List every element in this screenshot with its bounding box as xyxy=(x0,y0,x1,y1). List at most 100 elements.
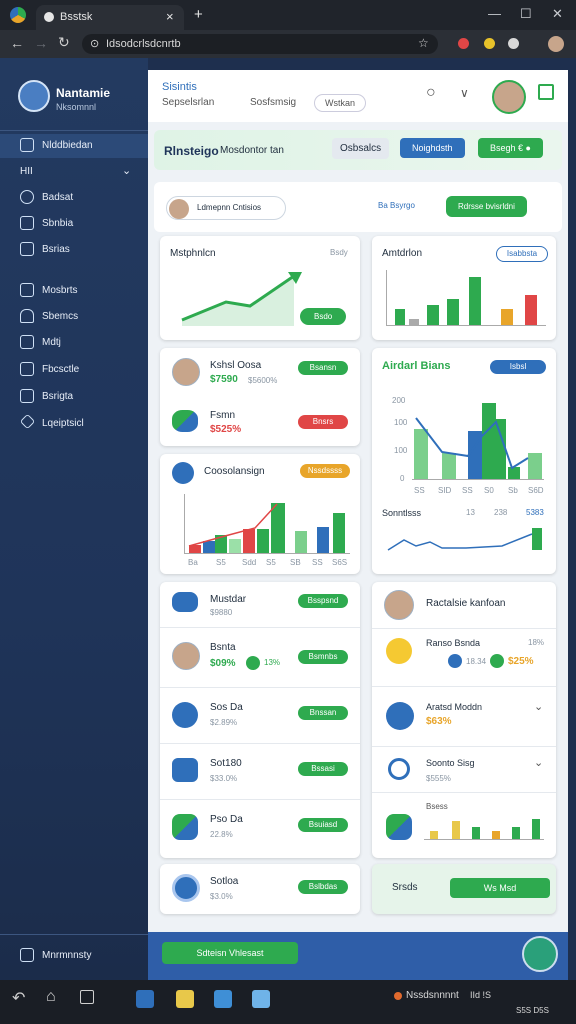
sidebar-item-calendar[interactable]: Bsrigta xyxy=(0,385,148,409)
filter-chip[interactable]: Ldmepnn Cntisios xyxy=(166,196,286,220)
line-chart-card: Mstphnlcn Bsdy Bsdo xyxy=(160,236,360,340)
new-tab-button[interactable]: + xyxy=(194,6,203,23)
top-header: Sisintis Sepselsrlan Sosfsmsig Wstkan ○ … xyxy=(148,70,568,122)
extension-icon[interactable] xyxy=(508,38,519,49)
chevron-down-icon[interactable]: ⌄ xyxy=(534,700,543,713)
star-icon[interactable]: ☆ xyxy=(418,36,429,50)
tab-settings[interactable]: Sosfsmsig xyxy=(250,97,296,108)
list-item[interactable]: Sos Da $2.89% Bnssan xyxy=(160,688,360,744)
lightbulb-icon xyxy=(386,638,412,664)
sidebar-item-books[interactable]: Mosbrts xyxy=(0,279,148,303)
extension-icon[interactable] xyxy=(484,38,495,49)
chart-icon xyxy=(172,462,194,484)
card1-button[interactable]: Bsdo xyxy=(300,308,347,325)
reload-icon[interactable]: ↻ xyxy=(58,34,70,51)
card-chip[interactable]: Isbsl xyxy=(490,360,546,374)
sidebar-item-stats[interactable]: Sbnbia xyxy=(0,212,148,236)
item-name: Fsmn xyxy=(210,410,235,421)
camera-icon[interactable] xyxy=(214,990,232,1008)
list-item[interactable]: Bsnta $09% 13% Bsmnbs xyxy=(160,628,360,688)
card-chip[interactable]: Nssdssss xyxy=(300,464,350,478)
minimize-icon[interactable]: — xyxy=(488,6,501,21)
bar xyxy=(452,821,460,839)
tray-icons: IId ǃS xyxy=(470,990,492,1000)
list-button[interactable]: Bsspsnd xyxy=(298,594,348,608)
grid-fab-icon[interactable] xyxy=(522,936,558,972)
footer-button[interactable]: Ws Msd xyxy=(450,878,550,898)
avatar[interactable] xyxy=(18,80,50,112)
sparkline xyxy=(387,528,542,551)
close-tab-icon[interactable]: × xyxy=(166,9,174,24)
recents-icon[interactable] xyxy=(80,990,94,1004)
sidebar-item-files[interactable]: Bsrias xyxy=(0,238,148,262)
sidebar-item-dashboard[interactable]: Nlddbiedan xyxy=(0,134,148,158)
home-icon[interactable]: ⌂ xyxy=(46,988,56,1006)
chevron-down-icon[interactable]: ⌄ xyxy=(534,756,543,769)
maximize-icon[interactable]: ☐ xyxy=(520,6,532,22)
line-overlay xyxy=(415,417,529,470)
bottom-action-button[interactable]: Sdteisn Vhlesast xyxy=(162,942,298,964)
avatar xyxy=(172,358,200,386)
profile-avatar[interactable] xyxy=(548,36,564,52)
avatar[interactable] xyxy=(492,80,526,114)
bar-chart-card: Amtdrlon Isabbsta xyxy=(372,236,556,340)
list-button[interactable]: Bsmnbs xyxy=(298,650,348,664)
list-item[interactable]: Sotloa $3.0% Bslbdas xyxy=(160,864,360,914)
sub-value: 13 xyxy=(466,508,475,517)
bar xyxy=(501,309,513,325)
mini-bar-area xyxy=(424,814,544,840)
sidebar-item-users[interactable]: Badsat xyxy=(0,186,148,210)
share-icon xyxy=(172,702,198,728)
list-button[interactable]: Bssasi xyxy=(298,762,348,776)
list-item[interactable]: Sot180 $33.0% Bssasi xyxy=(160,744,360,800)
banner-button-3[interactable]: Bsegh € ● xyxy=(478,138,543,158)
forward-icon[interactable]: → xyxy=(34,35,48,51)
sidebar-item-chat[interactable]: Mdtj xyxy=(0,331,148,355)
x-tick: S5 xyxy=(266,558,276,567)
banner-button-2[interactable]: Noighdsth xyxy=(400,138,465,158)
lock-icon: ⊙ xyxy=(90,38,100,50)
taskbar: ↶ ⌂ Nssdsnnnnt IId ǃS S5S D5S xyxy=(0,980,576,1024)
sidebar-item-alerts[interactable]: Sbemcs xyxy=(0,305,148,329)
url-field[interactable]: ⊙ Idsodcrlsdcnrtb ☆ xyxy=(82,34,438,54)
back-icon[interactable]: ↶ xyxy=(12,988,25,1008)
filter-by[interactable]: Ba Bsyrgo xyxy=(378,201,415,210)
back-icon[interactable]: ← xyxy=(10,35,24,51)
footer-card: Srsds Ws Msd xyxy=(372,864,556,914)
banner-button-1[interactable]: Osbsalcs xyxy=(332,138,390,159)
close-window-icon[interactable]: ✕ xyxy=(552,6,563,22)
list-button[interactable]: Bsuiasd xyxy=(298,818,348,832)
sidebar-item-security[interactable]: Lqeiptsicl xyxy=(0,412,148,436)
extension-icon[interactable] xyxy=(458,38,469,49)
bar xyxy=(409,319,419,325)
footer-label: Srsds xyxy=(392,882,418,893)
chevron-down-icon[interactable]: ∨ xyxy=(460,86,469,100)
browser-tab[interactable]: Bsstsk × xyxy=(36,5,184,30)
search-icon[interactable]: ○ xyxy=(426,84,436,102)
calendar-icon xyxy=(20,389,34,403)
shapes-icon xyxy=(386,814,412,840)
folder-icon[interactable] xyxy=(176,990,194,1008)
bar xyxy=(492,831,500,839)
grid-icon xyxy=(386,702,414,730)
list-button[interactable]: Bslbdas xyxy=(298,880,348,894)
sidebar-item-section[interactable]: HII ⌄ xyxy=(0,160,148,184)
tab-work[interactable]: Wstkan xyxy=(314,94,367,112)
sidebar-footer[interactable]: Mnrmnnsty xyxy=(0,944,148,968)
list-item[interactable]: Mustdar $9880 Bsspsnd xyxy=(160,582,360,628)
action-button[interactable]: Rdrsse bvisrldni xyxy=(446,196,527,217)
book-icon xyxy=(20,283,34,297)
y-tick: 0 xyxy=(400,474,405,483)
stat-button[interactable]: Bnsrs xyxy=(298,415,348,429)
menu-icon[interactable] xyxy=(538,84,554,100)
list-item[interactable]: Pso Da 22.8% Bsuiasd xyxy=(160,800,360,858)
user-subtitle: Nksomnnl xyxy=(56,102,97,112)
card-chip[interactable]: Isabbsta xyxy=(496,246,548,262)
tab-overview[interactable]: Sepselsrlan xyxy=(162,97,214,108)
app-icon[interactable] xyxy=(136,990,154,1008)
stat-button[interactable]: Bsansn xyxy=(298,361,348,375)
sidebar-item-table[interactable]: Fbcsctle xyxy=(0,358,148,382)
store-icon[interactable] xyxy=(252,990,270,1008)
status-dot-icon xyxy=(448,654,462,668)
list-button[interactable]: Bnssan xyxy=(298,706,348,720)
